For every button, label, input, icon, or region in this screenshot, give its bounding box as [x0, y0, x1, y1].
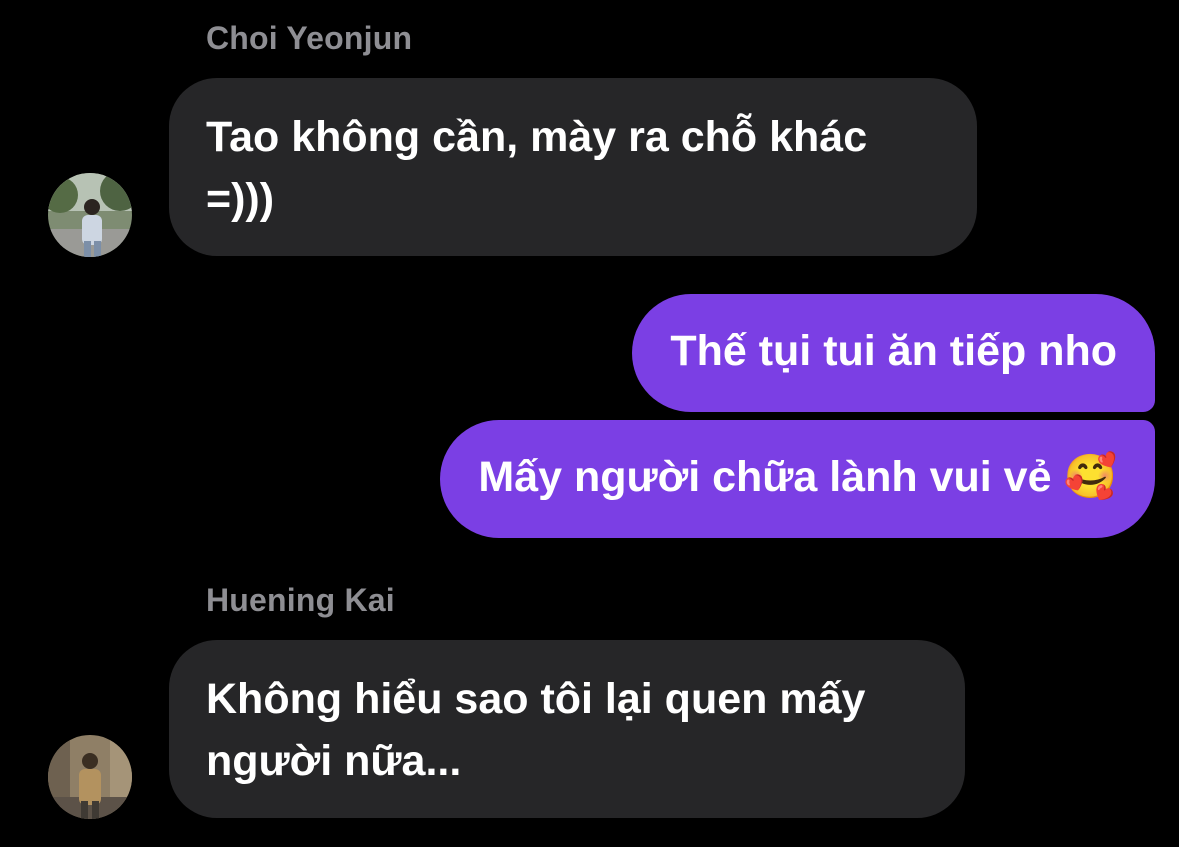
avatar-photo-icon — [48, 735, 132, 819]
avatar-photo-icon — [48, 173, 132, 257]
user-avatar-icon[interactable] — [48, 173, 132, 257]
message-bubble-incoming[interactable]: Không hiểu sao tôi lại quen mấy người nữ… — [169, 640, 965, 818]
user-avatar-icon[interactable] — [48, 735, 132, 819]
sender-name: Huening Kai — [206, 582, 395, 618]
message-bubble-outgoing[interactable]: Mấy người chữa lành vui vẻ 🥰 — [440, 420, 1155, 538]
message-bubble-incoming[interactable]: Tao không cần, mày ra chỗ khác =))) — [169, 78, 977, 256]
sender-name: Choi Yeonjun — [206, 20, 413, 56]
message-bubble-outgoing[interactable]: Thế tụi tui ăn tiếp nho — [632, 294, 1155, 412]
